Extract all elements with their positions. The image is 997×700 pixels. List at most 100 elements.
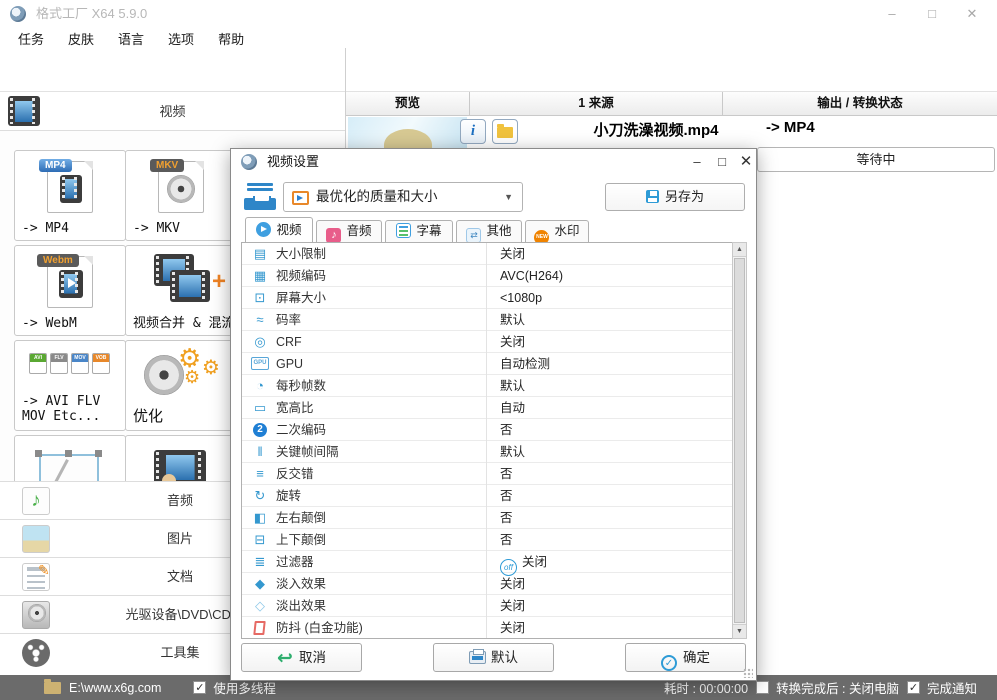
setting-row[interactable]: 防抖 (白金功能) 关闭 bbox=[242, 617, 732, 639]
column-source[interactable]: 1 来源 bbox=[470, 92, 723, 115]
tile-to-mkv[interactable]: MKV -> MKV bbox=[125, 150, 237, 241]
scroll-up-icon[interactable]: ▲ bbox=[733, 243, 746, 257]
output-path-folder-icon[interactable] bbox=[44, 682, 61, 694]
tab-audio[interactable]: ♪音频 bbox=[316, 220, 382, 242]
tile-to-webm[interactable]: Webm -> WebM bbox=[14, 245, 126, 336]
setting-value[interactable]: 否 bbox=[500, 507, 513, 529]
setting-row[interactable]: ◧左右颠倒否 bbox=[242, 507, 732, 529]
printer-default-icon bbox=[469, 651, 486, 664]
setting-value[interactable]: 关闭 bbox=[500, 573, 525, 595]
dialog-titlebar[interactable]: 视频设置 – □ ✕ bbox=[231, 149, 756, 175]
dialog-maximize-icon[interactable]: □ bbox=[711, 152, 733, 172]
menu-item-2[interactable]: 语言 bbox=[118, 29, 144, 48]
setting-row[interactable]: ≡反交错否 bbox=[242, 463, 732, 485]
cd-disc-icon bbox=[28, 604, 46, 622]
setting-row[interactable]: ▦视频编码AVC(H264) bbox=[242, 265, 732, 287]
tile-optimize[interactable]: ⚙ ⚙ ⚙ 优化 bbox=[125, 340, 237, 431]
setting-row[interactable]: 2二次编码否 bbox=[242, 419, 732, 441]
merge-plus-icon: + bbox=[212, 268, 226, 296]
setting-label: 上下颠倒 bbox=[276, 529, 326, 551]
column-output-status[interactable]: 输出 / 转换状态 bbox=[723, 92, 997, 115]
maximize-icon[interactable]: □ bbox=[919, 4, 945, 24]
tile-video-merge[interactable]: + 视频合并 & 混流 bbox=[125, 245, 237, 336]
setting-value[interactable]: 自动检测 bbox=[500, 353, 550, 375]
default-button[interactable]: 默认 bbox=[433, 643, 554, 672]
setting-value[interactable]: 否 bbox=[500, 529, 513, 551]
setting-value[interactable]: 关闭 bbox=[500, 331, 525, 353]
setting-value[interactable]: 默认 bbox=[500, 441, 525, 463]
setting-row[interactable]: ≈码率默认 bbox=[242, 309, 732, 331]
setting-value[interactable]: 否 bbox=[500, 419, 513, 441]
preset-dropdown[interactable]: 最优化的质量和大小 ▼ bbox=[283, 182, 523, 212]
dialog-close-icon[interactable]: ✕ bbox=[735, 152, 757, 172]
setting-label: 过滤器 bbox=[276, 551, 314, 573]
setting-row[interactable]: ⊡屏幕大小<1080p bbox=[242, 287, 732, 309]
ruler-icon: ▤ bbox=[251, 243, 269, 265]
setting-row[interactable]: ◎CRF关闭 bbox=[242, 331, 732, 353]
setting-value[interactable]: 否 bbox=[500, 485, 513, 507]
tab-watermark[interactable]: NEW水印 bbox=[525, 220, 589, 242]
menu-item-1[interactable]: 皮肤 bbox=[68, 29, 94, 48]
close-icon[interactable]: ✕ bbox=[959, 4, 985, 24]
tile-crop-partial[interactable] bbox=[14, 435, 126, 481]
scrollbar[interactable]: ▲ ▼ bbox=[732, 242, 747, 639]
ok-button[interactable]: ✓确定 bbox=[625, 643, 746, 672]
setting-row[interactable]: ‖关键帧间隔默认 bbox=[242, 441, 732, 463]
setting-value[interactable]: 关闭 bbox=[500, 243, 525, 265]
setting-row[interactable]: ▤大小限制关闭 bbox=[242, 243, 732, 265]
mkv-disc-icon bbox=[167, 175, 195, 203]
flip-horizontal-icon: ◧ bbox=[251, 507, 269, 529]
tab-other[interactable]: ⇄其他 bbox=[456, 220, 522, 242]
setting-row[interactable]: GPUGPU自动检测 bbox=[242, 353, 732, 375]
video-section-header[interactable]: 视频 bbox=[0, 92, 345, 131]
fade-in-icon: ◆ bbox=[251, 573, 269, 595]
fps-gauge-icon: ◔ bbox=[251, 375, 269, 397]
setting-value[interactable]: 关闭 bbox=[500, 595, 525, 617]
setting-value[interactable]: 关闭 bbox=[500, 617, 525, 639]
setting-row[interactable]: ◆淡入效果关闭 bbox=[242, 573, 732, 595]
column-preview[interactable]: 预览 bbox=[346, 92, 470, 115]
tile-to-avi-flv-mov[interactable]: AVI FLV MOV VOB -> AVI FLV MOV Etc... bbox=[14, 340, 126, 431]
setting-value[interactable]: 否 bbox=[500, 463, 513, 485]
setting-value[interactable]: 默认 bbox=[500, 309, 525, 331]
setting-value[interactable]: AVC(H264) bbox=[500, 265, 563, 287]
save-as-button[interactable]: 另存为 bbox=[605, 183, 745, 211]
cancel-button[interactable]: ↩取消 bbox=[241, 643, 362, 672]
setting-label: 关键帧间隔 bbox=[276, 441, 339, 463]
output-path[interactable]: E:\www.x6g.com bbox=[69, 681, 161, 695]
bitrate-waves-icon: ≈ bbox=[251, 309, 269, 331]
multithread-checkbox[interactable]: ✓ bbox=[193, 681, 206, 694]
setting-row[interactable]: ⊟上下颠倒否 bbox=[242, 529, 732, 551]
menu-item-0[interactable]: 任务 bbox=[18, 29, 44, 48]
setting-value[interactable]: <1080p bbox=[500, 287, 542, 309]
setting-value[interactable]: 默认 bbox=[500, 375, 525, 397]
setting-row[interactable]: ↻旋转否 bbox=[242, 485, 732, 507]
notify-checkbox[interactable]: ✓ bbox=[907, 681, 920, 694]
setting-row[interactable]: ▭宽高比自动 bbox=[242, 397, 732, 419]
dialog-minimize-icon[interactable]: – bbox=[686, 152, 708, 172]
dialog-resize-grip[interactable] bbox=[743, 668, 753, 678]
filter-sliders-icon: ≣ bbox=[251, 551, 269, 573]
tile-screen-partial[interactable] bbox=[125, 435, 237, 481]
setting-row[interactable]: ≣过滤器off关闭 bbox=[242, 551, 732, 573]
preset-film-icon bbox=[292, 191, 309, 205]
tile-label: 优化 bbox=[133, 405, 163, 426]
tab-subtitle[interactable]: 字幕 bbox=[385, 220, 453, 242]
file-folder-button[interactable] bbox=[492, 119, 518, 144]
menu-item-3[interactable]: 选项 bbox=[168, 29, 194, 48]
shutdown-checkbox[interactable] bbox=[756, 681, 769, 694]
setting-row[interactable]: ◇淡出效果关闭 bbox=[242, 595, 732, 617]
tab-video[interactable]: 视频 bbox=[245, 217, 313, 242]
tile-to-mp4[interactable]: MP4 -> MP4 bbox=[14, 150, 126, 241]
setting-value[interactable]: 自动 bbox=[500, 397, 525, 419]
file-info-button[interactable]: i bbox=[460, 119, 486, 144]
folder-icon bbox=[497, 127, 513, 138]
setting-row[interactable]: ◔每秒帧数默认 bbox=[242, 375, 732, 397]
scroll-down-icon[interactable]: ▼ bbox=[733, 624, 746, 638]
setting-label: 防抖 (白金功能) bbox=[276, 617, 363, 639]
setting-label: 二次编码 bbox=[276, 419, 326, 441]
minimize-icon[interactable]: – bbox=[879, 4, 905, 24]
setting-label: 旋转 bbox=[276, 485, 301, 507]
scrollbar-thumb[interactable] bbox=[734, 258, 745, 623]
menu-item-4[interactable]: 帮助 bbox=[218, 29, 244, 48]
